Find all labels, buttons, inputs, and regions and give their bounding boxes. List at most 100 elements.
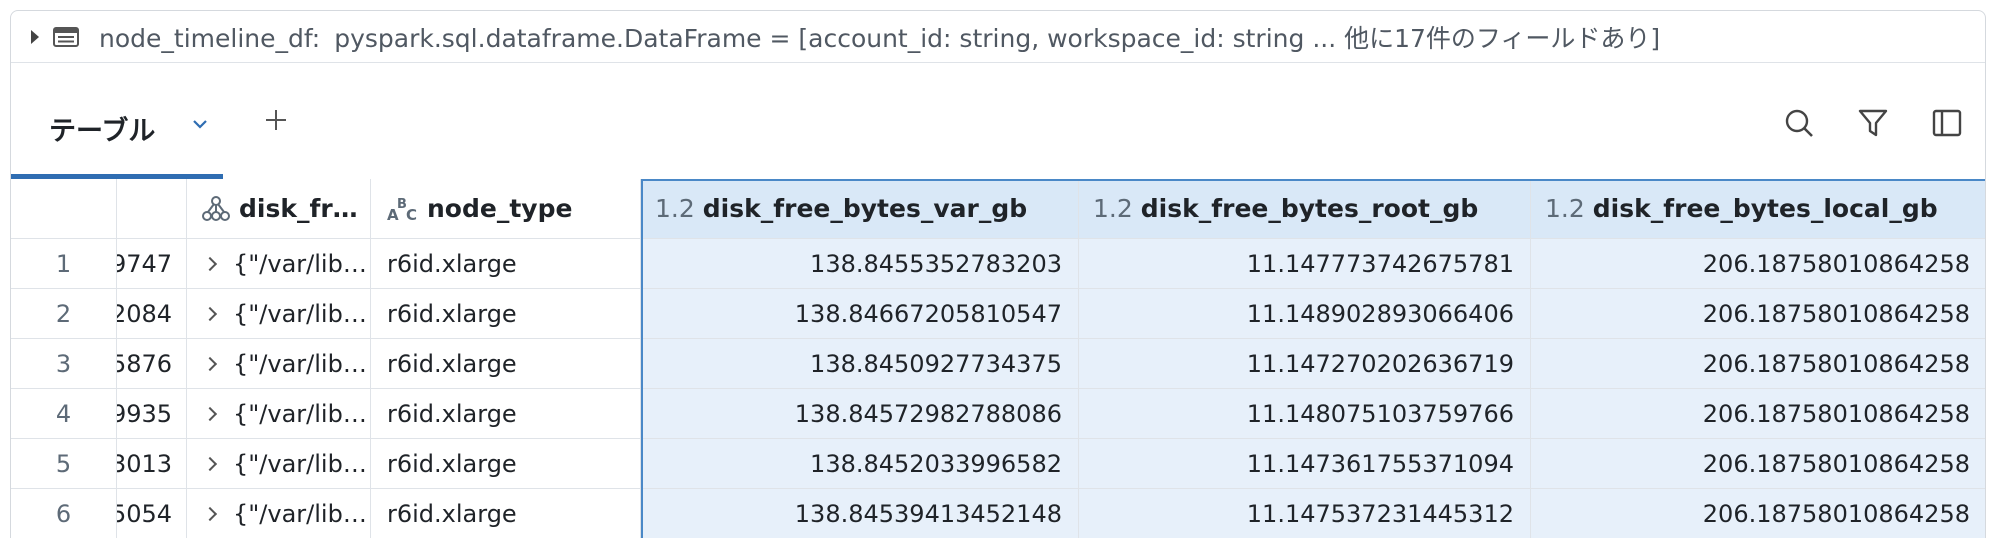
- row-number: 6: [11, 489, 117, 538]
- dataframe-variable-bar[interactable]: node_timeline_df: pyspark.sql.dataframe.D…: [11, 11, 1985, 63]
- disk-struct-cell-text: {"/var/lib…: [233, 449, 367, 478]
- expand-chevron-icon[interactable]: [202, 506, 218, 521]
- disk-struct-cell-text: {"/var/lib…: [233, 499, 367, 528]
- plus-icon[interactable]: [263, 107, 289, 133]
- disk-free-root-cell[interactable]: 11.147270202636719: [1079, 339, 1531, 389]
- table-row[interactable]: 1 9747 {"/var/lib… r6id.xlarge 138.845535278…: [11, 239, 1985, 289]
- header-node-type[interactable]: A B C node_type: [371, 179, 641, 239]
- disk-free-root-cell-text: 11.147361755371094: [1246, 449, 1514, 478]
- tab-table-label: テーブル: [49, 116, 156, 147]
- disk-free-local-cell[interactable]: 206.18758010864258: [1531, 239, 1985, 289]
- id-cell[interactable]: 3013: [117, 439, 187, 489]
- disk-free-root-cell-text: 11.148075103759766: [1246, 399, 1514, 428]
- row-number-text: 2: [55, 299, 72, 328]
- notebook-output-frame: node_timeline_df: pyspark.sql.dataframe.D…: [10, 10, 1986, 538]
- node-type-cell[interactable]: r6id.xlarge: [371, 289, 641, 339]
- node-type-cell[interactable]: r6id.xlarge: [371, 239, 641, 289]
- node-type-cell-text: r6id.xlarge: [387, 249, 517, 278]
- row-number-text: 1: [55, 249, 72, 278]
- table-row[interactable]: 3 5876 {"/var/lib… r6id.xlarge 138.845092773…: [11, 339, 1985, 389]
- disk-free-root-cell-text: 11.147537231445312: [1246, 499, 1514, 528]
- node-type-cell[interactable]: r6id.xlarge: [371, 489, 641, 538]
- disk-struct-cell[interactable]: {"/var/lib…: [187, 389, 371, 439]
- disk-free-root-cell[interactable]: 11.148902893066406: [1079, 289, 1531, 339]
- disk-free-root-cell[interactable]: 11.147773742675781: [1079, 239, 1531, 289]
- table-row[interactable]: 4 9935 {"/var/lib… r6id.xlarge 138.845729827…: [11, 389, 1985, 439]
- node-type-cell-text: r6id.xlarge: [387, 299, 517, 328]
- disk-free-root-cell-text: 11.147773742675781: [1246, 249, 1514, 278]
- expand-chevron-icon[interactable]: [202, 406, 218, 421]
- header-id-column[interactable]: [117, 179, 187, 239]
- disk-free-root-cell[interactable]: 11.147361755371094: [1079, 439, 1531, 489]
- expand-chevron-icon[interactable]: [202, 256, 218, 271]
- disk-struct-cell-text: {"/var/lib…: [233, 349, 367, 378]
- row-number-text: 4: [55, 399, 72, 428]
- id-cell[interactable]: 9935: [117, 389, 187, 439]
- disk-free-local-cell[interactable]: 206.18758010864258: [1531, 289, 1985, 339]
- id-cell-text: 9747: [117, 249, 173, 278]
- node-type-cell-text: r6id.xlarge: [387, 399, 517, 428]
- disk-free-var-cell[interactable]: 138.8455352783203: [641, 239, 1079, 289]
- disk-free-local-cell[interactable]: 206.18758010864258: [1531, 439, 1985, 489]
- id-cell-text: 2084: [117, 299, 173, 328]
- table-header-row: disk_fr… A B C node_type 1.2 disk_free_b…: [11, 179, 1985, 239]
- expand-chevron-icon[interactable]: [202, 456, 218, 471]
- variable-name: node_timeline_df:: [99, 23, 321, 53]
- disk-struct-cell[interactable]: {"/var/lib…: [187, 239, 371, 289]
- variable-type: pyspark.sql.dataframe.DataFrame = [accou…: [334, 23, 1661, 53]
- node-type-cell-text: r6id.xlarge: [387, 499, 517, 528]
- filter-icon[interactable]: [1857, 107, 1889, 139]
- node-type-cell[interactable]: r6id.xlarge: [371, 439, 641, 489]
- caret-right-icon[interactable]: [31, 29, 39, 44]
- disk-struct-cell[interactable]: {"/var/lib…: [187, 289, 371, 339]
- panel-icon[interactable]: [1931, 107, 1963, 139]
- disk-free-var-cell[interactable]: 138.8450927734375: [641, 339, 1079, 389]
- disk-struct-cell-text: {"/var/lib…: [233, 399, 367, 428]
- disk-free-var-cell[interactable]: 138.84667205810547: [641, 289, 1079, 339]
- expand-chevron-icon[interactable]: [202, 306, 218, 321]
- variable-summary: node_timeline_df: pyspark.sql.dataframe.D…: [99, 19, 1660, 55]
- disk-free-local-cell[interactable]: 206.18758010864258: [1531, 389, 1985, 439]
- disk-free-local-cell[interactable]: 206.18758010864258: [1531, 489, 1985, 538]
- id-cell-text: 5876: [117, 349, 173, 378]
- table-row[interactable]: 6 5054 {"/var/lib… r6id.xlarge 138.845394134…: [11, 489, 1985, 538]
- id-cell[interactable]: 5876: [117, 339, 187, 389]
- table-row[interactable]: 2 2084 {"/var/lib… r6id.xlarge 138.846672058…: [11, 289, 1985, 339]
- disk-free-local-cell[interactable]: 206.18758010864258: [1531, 339, 1985, 389]
- row-number: 1: [11, 239, 117, 289]
- disk-struct-cell[interactable]: {"/var/lib…: [187, 489, 371, 538]
- row-number: 4: [11, 389, 117, 439]
- row-number: 2: [11, 289, 117, 339]
- header-disk-free-local[interactable]: 1.2 disk_free_bytes_local_gb: [1531, 179, 1985, 239]
- decimal-type-badge: 1.2: [1093, 194, 1133, 223]
- disk-struct-cell-text: {"/var/lib…: [233, 299, 367, 328]
- decimal-type-badge: 1.2: [1545, 194, 1585, 223]
- chevron-down-icon[interactable]: [191, 115, 209, 133]
- disk-free-var-cell[interactable]: 138.84539413452148: [641, 489, 1079, 538]
- expand-chevron-icon[interactable]: [202, 356, 218, 371]
- tab-table[interactable]: テーブル: [11, 63, 223, 179]
- header-label: disk_free_bytes_root_gb: [1140, 194, 1479, 223]
- row-number-text: 3: [55, 349, 72, 378]
- header-label: disk_free_bytes_local_gb: [1592, 194, 1938, 223]
- header-disk-free-var[interactable]: 1.2 disk_free_bytes_var_gb: [641, 179, 1079, 239]
- id-cell[interactable]: 5054: [117, 489, 187, 538]
- node-type-cell[interactable]: r6id.xlarge: [371, 339, 641, 389]
- header-disk-struct[interactable]: disk_fr…: [187, 179, 371, 239]
- id-cell[interactable]: 2084: [117, 289, 187, 339]
- node-type-cell[interactable]: r6id.xlarge: [371, 389, 641, 439]
- disk-free-var-cell[interactable]: 138.84572982788086: [641, 389, 1079, 439]
- disk-struct-cell[interactable]: {"/var/lib…: [187, 339, 371, 389]
- node-type-cell-text: r6id.xlarge: [387, 449, 517, 478]
- disk-free-root-cell[interactable]: 11.148075103759766: [1079, 389, 1531, 439]
- id-cell[interactable]: 9747: [117, 239, 187, 289]
- disk-free-root-cell[interactable]: 11.147537231445312: [1079, 489, 1531, 538]
- disk-free-local-cell-text: 206.18758010864258: [1702, 349, 1970, 378]
- row-number-text: 5: [55, 449, 72, 478]
- struct-tree-icon: [202, 195, 230, 221]
- disk-free-var-cell[interactable]: 138.8452033996582: [641, 439, 1079, 489]
- disk-struct-cell[interactable]: {"/var/lib…: [187, 439, 371, 489]
- search-icon[interactable]: [1783, 107, 1815, 139]
- header-disk-free-root[interactable]: 1.2 disk_free_bytes_root_gb: [1079, 179, 1531, 239]
- table-row[interactable]: 5 3013 {"/var/lib… r6id.xlarge 138.845203399…: [11, 439, 1985, 489]
